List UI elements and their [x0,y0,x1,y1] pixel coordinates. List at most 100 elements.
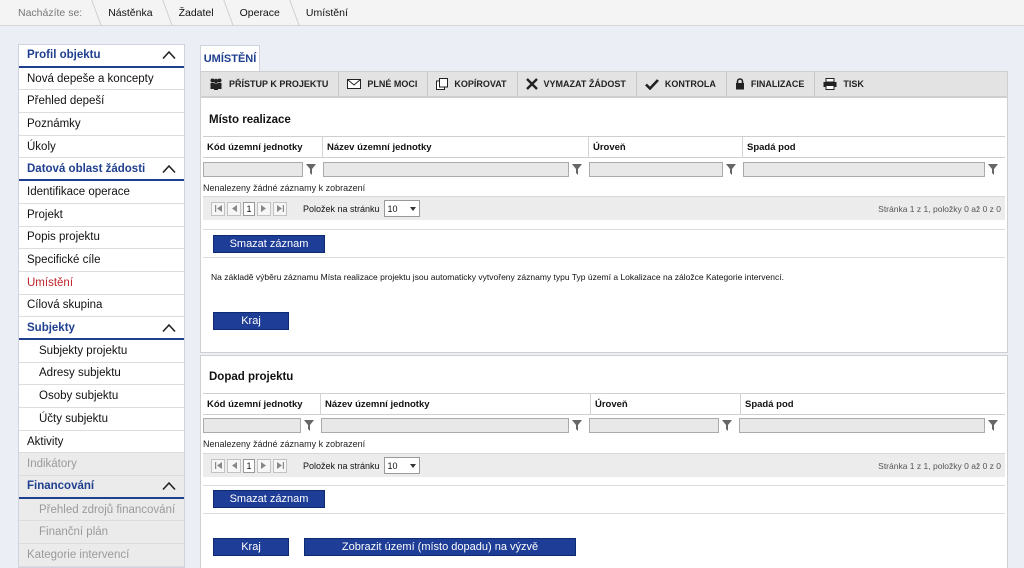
breadcrumb-item[interactable]: Žadatel [167,0,228,26]
sidebar-item-projekt[interactable]: Projekt [19,204,184,227]
column-header[interactable]: Úroveň [591,394,741,414]
last-page-icon[interactable] [273,458,287,473]
breadcrumb-item[interactable]: Nástěnka [96,0,166,26]
sidebar-item-adresy-subjektu[interactable]: Adresy subjektu [19,363,184,386]
filter-input[interactable] [203,161,303,177]
first-page-icon[interactable] [211,201,225,216]
sidebar-item-financovani[interactable]: Financování [19,476,184,499]
filter-icon[interactable] [303,162,319,177]
filter-input[interactable] [743,161,985,177]
check-button-label: KONTROLA [664,79,716,89]
chevron-down-icon [409,206,416,211]
page-number[interactable]: 1 [243,201,255,216]
next-page-icon[interactable] [257,458,271,473]
project-impact-panel: Dopad projektu Kód územní jednotky Název… [200,355,1008,568]
sidebar-item-label: Projekt [27,208,63,221]
finalize-button[interactable]: FINALIZACE [727,72,816,96]
chevron-up-icon[interactable] [162,481,176,491]
access-button[interactable]: PŘÍSTUP K PROJEKTU [201,72,340,96]
filter-row [203,416,1005,434]
page-number[interactable]: 1 [243,458,255,473]
divider [203,257,1005,258]
copy-button[interactable]: KOPÍROVAT [428,72,518,96]
filter-input[interactable] [203,417,301,433]
x-icon [525,78,538,90]
filter-icon[interactable] [569,418,585,433]
breadcrumb-item[interactable]: Operace [228,0,294,26]
sidebar-item-osoby-subjektu[interactable]: Osoby subjektu [19,385,184,408]
chevron-up-icon[interactable] [162,323,176,333]
kraj-button[interactable]: Kraj [213,538,289,556]
filter-input[interactable] [589,161,723,177]
power-of-attorney-button[interactable]: PLNÉ MOCI [339,72,429,96]
sidebar-item-cilova-skupina[interactable]: Cílová skupina [19,295,184,318]
next-page-icon[interactable] [257,201,271,216]
column-header[interactable]: Spadá pod [743,137,1005,157]
chevron-up-icon[interactable] [162,50,176,60]
sidebar-item-label: Subjekty projektu [39,344,128,357]
per-page-select[interactable]: 10 [383,457,420,474]
sidebar-item-label: Identifikace operace [27,185,130,198]
sidebar-item-popis-projektu[interactable]: Popis projektu [19,227,184,250]
sidebar-item-label: Úkoly [27,140,56,153]
sidebar-item-ucty-subjektu[interactable]: Účty subjektu [19,408,184,431]
show-territory-button[interactable]: Zobrazit území (místo dopadu) na výzvě [304,538,576,556]
sidebar-item-nova-depese-a-koncepty[interactable]: Nová depeše a koncepty [19,68,184,91]
sidebar-item-umisteni[interactable]: Umístění [19,272,184,295]
print-button[interactable]: TISK [815,72,874,96]
sidebar-item-datova-oblast-zadosti[interactable]: Datová oblast žádosti [19,158,184,182]
filter-input[interactable] [321,417,569,433]
copy-icon [436,78,449,90]
envelope-icon [347,79,362,89]
first-page-icon[interactable] [211,458,225,473]
column-header[interactable]: Úroveň [589,137,743,157]
sidebar-item-identifikace-operace[interactable]: Identifikace operace [19,181,184,204]
sidebar-item-subjekty[interactable]: Subjekty [19,317,184,340]
kraj-button[interactable]: Kraj [213,312,289,330]
filter-icon[interactable] [985,162,1001,177]
last-page-icon[interactable] [273,201,287,216]
delete-record-button[interactable]: Smazat záznam [213,490,325,508]
check-button[interactable]: KONTROLA [637,72,727,96]
sidebar-item-label: Indikátory [27,458,77,471]
tab-umisteni[interactable]: UMÍSTĚNÍ [200,45,260,71]
divider [203,229,1005,230]
sidebar-item-poznamky[interactable]: Poznámky [19,113,184,136]
filter-icon[interactable] [723,162,739,177]
sidebar-item-specificke-cile[interactable]: Specifické cíle [19,249,184,272]
sidebar-item-label: Aktivity [27,435,64,448]
sidebar-item-prehled-depesi[interactable]: Přehled depeší [19,90,184,114]
empty-message: Nenalezeny žádné záznamy k zobrazení [203,439,366,449]
per-page-select[interactable]: 10 [383,200,420,217]
filter-input[interactable] [739,417,985,433]
prev-page-icon[interactable] [227,201,241,216]
people-icon [210,78,222,90]
column-header[interactable]: Kód územní jednotky [203,394,321,414]
filter-icon[interactable] [719,418,735,433]
delete-record-button[interactable]: Smazat záznam [213,235,325,253]
sidebar-item-aktivity[interactable]: Aktivity [19,431,184,454]
filter-icon[interactable] [569,162,585,177]
sidebar-item-profil-objektu[interactable]: Profil objektu [19,45,184,68]
power-of-attorney-label: PLNÉ MOCI [367,79,418,89]
sidebar-item-kategorie-intervenci[interactable]: Kategorie intervencí [19,544,184,567]
delete-application-button[interactable]: VYMAZAT ŽÁDOST [518,72,637,96]
sidebar-item-indikatory[interactable]: Indikátory [19,453,184,477]
sidebar-item-prehled-zdroju-financovani[interactable]: Přehled zdrojů financování [19,498,184,522]
column-header[interactable]: Kód územní jednotky [203,137,323,157]
page-info: Stránka 1 z 1, položky 0 až 0 z 0 [878,460,1001,471]
sidebar-item-subjekty-projektu[interactable]: Subjekty projektu [19,340,184,363]
column-header[interactable]: Spadá pod [741,394,1005,414]
chevron-up-icon[interactable] [162,164,176,174]
sidebar-item-label: Popis projektu [27,231,100,244]
filter-input[interactable] [589,417,719,433]
prev-page-icon[interactable] [227,458,241,473]
filter-input[interactable] [323,161,569,177]
sidebar-item-financni-plan[interactable]: Finanční plán [19,521,184,545]
filter-icon[interactable] [985,418,1001,433]
column-header[interactable]: Název územní jednotky [321,394,591,414]
sidebar-item-ukoly[interactable]: Úkoly [19,136,184,159]
filter-icon[interactable] [301,418,317,433]
sidebar: Profil objektu Nová depeše a koncepty Přeh… [18,44,185,568]
column-header[interactable]: Název územní jednotky [323,137,589,157]
